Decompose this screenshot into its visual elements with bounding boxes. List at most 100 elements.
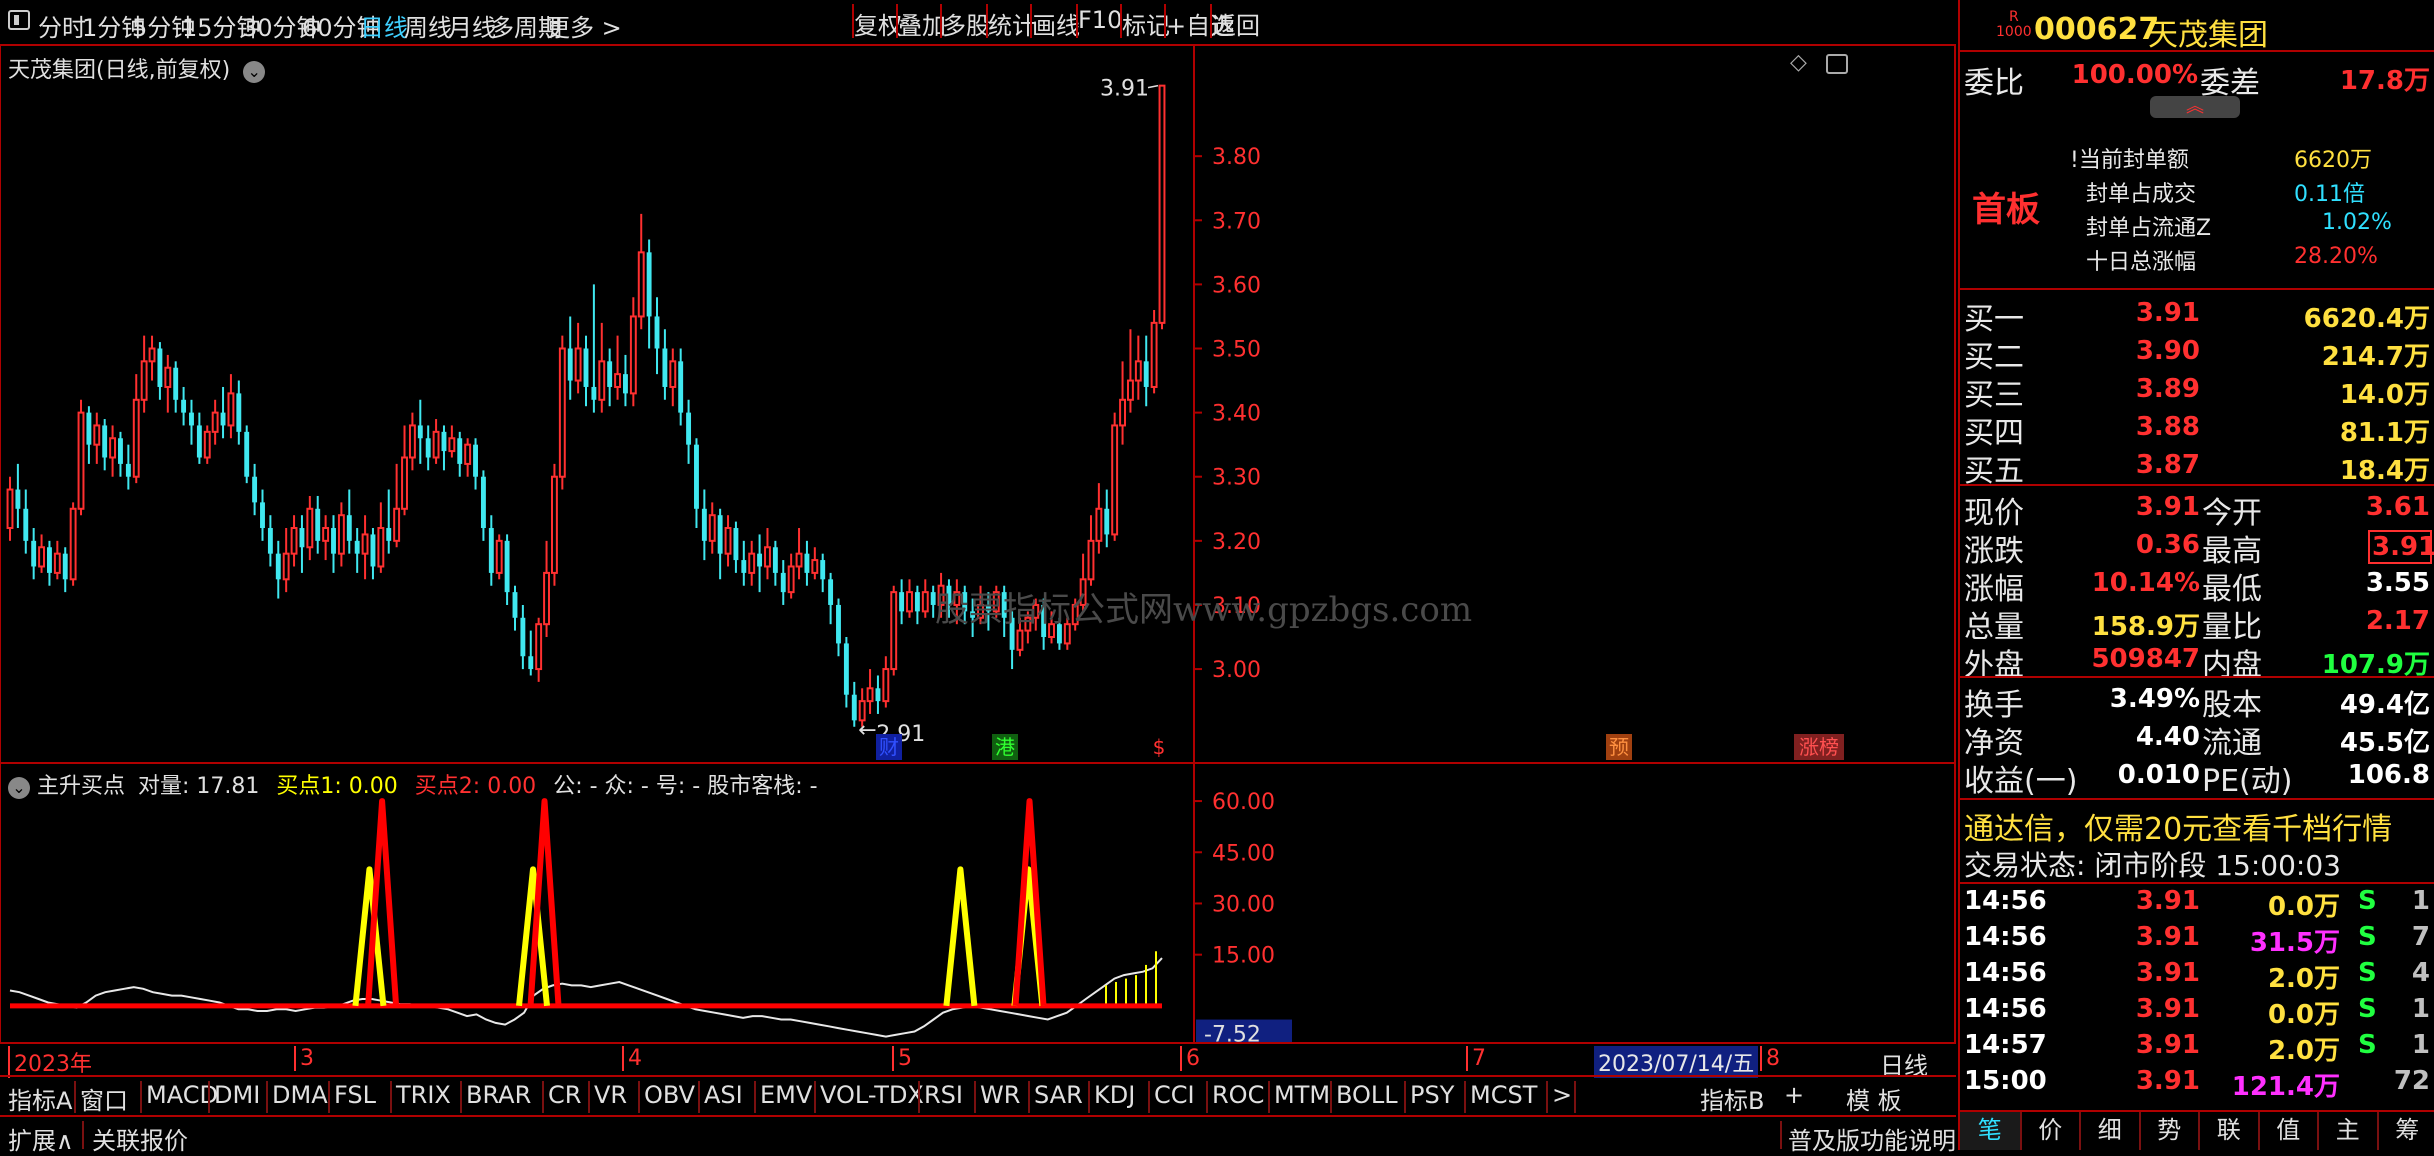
date-label: 7 — [1466, 1046, 1486, 1071]
indicator-tab-psy-22[interactable]: PSY — [1410, 1081, 1454, 1109]
period-tab-10[interactable]: 更多 > — [546, 8, 622, 43]
tick-volume: 2.0万 — [2210, 1030, 2340, 1067]
indicator-tab-trix-6[interactable]: TRIX — [396, 1081, 451, 1109]
tab-separator — [460, 1081, 462, 1113]
toolbar-button-7[interactable]: +自选 — [1164, 4, 1210, 38]
indicator-tab-voltdx-13[interactable]: VOL-TDX — [820, 1081, 924, 1109]
panel-tab-2[interactable]: 细 — [2079, 1112, 2139, 1150]
panel-tab-4[interactable]: 联 — [2198, 1112, 2258, 1150]
period-tab-8[interactable]: 月线 — [448, 8, 496, 43]
expand-button[interactable]: 扩展∧ — [8, 1121, 74, 1156]
related-quote-button[interactable]: 关联报价 — [92, 1121, 188, 1156]
bid-row[interactable]: 买五3.8718.4万 — [1960, 446, 2434, 482]
toolbar-button-2[interactable]: 多股 — [940, 4, 986, 38]
collapse-seal-button[interactable]: ︽ — [2150, 96, 2240, 118]
panel-tab-0[interactable]: 笔 — [1960, 1112, 2020, 1150]
indicator-y-tick: 30.00 — [1212, 892, 1275, 917]
tab-separator — [328, 1081, 330, 1113]
template-tab[interactable]: 模 板 — [1846, 1081, 1902, 1116]
indicator-b-tab[interactable]: 指标B — [1700, 1081, 1764, 1116]
indicator-tab-rsi-14[interactable]: RSI — [924, 1081, 963, 1109]
fund-value: 45.5亿 — [2320, 722, 2430, 759]
kline-y-tick: 3.80 — [1212, 145, 1261, 170]
event-marker-1[interactable]: 港 — [992, 734, 1018, 760]
tab-separator — [542, 1081, 544, 1113]
indicator-tab-vr-9[interactable]: VR — [594, 1081, 627, 1109]
indicator-tab-brar-7[interactable]: BRAR — [466, 1081, 531, 1109]
panel-toggle-icon[interactable] — [1826, 54, 1848, 74]
tick-price: 3.91 — [2090, 1030, 2200, 1060]
event-marker-4[interactable]: 涨榜 — [1794, 734, 1844, 760]
bid-row[interactable]: 买一3.916620.4万 — [1960, 294, 2434, 330]
toolbar-button-5[interactable]: F10 — [1076, 4, 1120, 38]
weicha-value: 17.8万 — [2290, 60, 2430, 97]
stat-value: 2.17 — [2300, 606, 2430, 636]
bid-price: 3.89 — [2100, 374, 2200, 404]
indicator-tab-cci-18[interactable]: CCI — [1154, 1081, 1195, 1109]
toolbar-button-4[interactable]: 画线 — [1030, 4, 1076, 38]
panel-tab-6[interactable]: 主 — [2317, 1112, 2377, 1150]
panel-tab-7[interactable]: 筹 — [2377, 1112, 2434, 1150]
date-axis: 2023年3456782023/07/14/五日线 — [0, 1042, 1956, 1077]
bid-row[interactable]: 买三3.8914.0万 — [1960, 370, 2434, 406]
high-price-label: 3.91 — [1100, 77, 1149, 102]
period-tab-7[interactable]: 周线 — [404, 8, 452, 43]
tick-price: 3.91 — [2090, 994, 2200, 1024]
feature-help-link[interactable]: 普及版功能说明 — [1788, 1121, 1956, 1156]
toolbar-button-3[interactable]: 统计 — [986, 4, 1030, 38]
indicator-tab-fsl-5[interactable]: FSL — [334, 1081, 376, 1109]
tick-side: S — [2358, 922, 2377, 952]
panel-tab-3[interactable]: 势 — [2139, 1112, 2199, 1150]
tick-count: 1 — [2380, 1030, 2430, 1060]
chevron-down-icon[interactable]: ⌄ — [243, 61, 265, 83]
indicator-tab-mcst-23[interactable]: MCST — [1470, 1081, 1537, 1109]
tab-separator — [638, 1081, 640, 1113]
indicator-tab-dmi-3[interactable]: DMI — [214, 1081, 260, 1109]
indicator-tab-cr-8[interactable]: CR — [548, 1081, 581, 1109]
toolbar-button-0[interactable]: 复权 — [852, 4, 896, 38]
tick-volume: 0.0万 — [2210, 994, 2340, 1031]
chevron-down-icon[interactable]: ⌄ — [8, 777, 30, 799]
add-indicator-button[interactable]: + — [1784, 1081, 1804, 1109]
indicator-tab-kdj-17[interactable]: KDJ — [1094, 1081, 1135, 1109]
toolbar-button-6[interactable]: 标记 — [1120, 4, 1164, 38]
kline-chart[interactable]: 3.803.703.603.503.403.303.203.103.003.91… — [0, 46, 1956, 764]
tab-separator — [1404, 1081, 1406, 1113]
window-toggle-icon[interactable] — [8, 10, 30, 30]
tab-separator — [1148, 1081, 1150, 1113]
bid-row[interactable]: 买四3.8881.1万 — [1960, 408, 2434, 444]
tab-separator — [1574, 1081, 1576, 1113]
panel-tab-1[interactable]: 价 — [2020, 1112, 2080, 1150]
toolbar-button-8[interactable]: 返回 — [1210, 4, 1258, 38]
indicator-tab-wr-15[interactable]: WR — [980, 1081, 1020, 1109]
event-marker-2[interactable]: $ — [1146, 734, 1172, 760]
diamond-icon[interactable]: ◇ — [1790, 50, 1807, 75]
period-tab-6[interactable]: 日线 — [360, 8, 408, 43]
stock-code: 000627 — [2034, 12, 2159, 47]
indicator-tab-emv-12[interactable]: EMV — [760, 1081, 812, 1109]
indicator-chart[interactable]: 60.0045.0030.0015.00-7.52 — [0, 764, 1956, 1042]
indicator-tab-dma-4[interactable]: DMA — [272, 1081, 328, 1109]
panel-tab-5[interactable]: 值 — [2258, 1112, 2318, 1150]
toolbar-button-1[interactable]: 叠加 — [896, 4, 940, 38]
period-tab-0[interactable]: 分时 — [38, 8, 86, 43]
bottom-bar: 扩展∧ 关联报价 普及版功能说明 — [0, 1115, 1956, 1152]
indicator-tab--1[interactable]: 窗口 — [80, 1081, 128, 1116]
stock-header: R 1000 000627 天茂集团 — [1960, 0, 2434, 52]
indicator-tab--24[interactable]: > — [1552, 1081, 1572, 1109]
tab-separator — [74, 1081, 76, 1113]
indicator-tab-sar-16[interactable]: SAR — [1034, 1081, 1083, 1109]
event-marker-0[interactable]: 财 — [876, 734, 902, 760]
tab-separator — [140, 1081, 142, 1113]
tab-separator — [698, 1081, 700, 1113]
indicator-tab-obv-10[interactable]: OBV — [644, 1081, 695, 1109]
indicator-tab-roc-19[interactable]: ROC — [1212, 1081, 1264, 1109]
indicator-tab-asi-11[interactable]: ASI — [704, 1081, 743, 1109]
indicator-tab-a-0[interactable]: 指标A — [8, 1081, 72, 1116]
indicator-tab-boll-21[interactable]: BOLL — [1336, 1081, 1398, 1109]
promo-banner[interactable]: 通达信，仅需20元查看千档行情 — [1964, 804, 2392, 848]
bid-price: 3.88 — [2100, 412, 2200, 442]
bid-row[interactable]: 买二3.90214.7万 — [1960, 332, 2434, 368]
event-marker-3[interactable]: 预 — [1606, 734, 1632, 760]
indicator-tab-mtm-20[interactable]: MTM — [1274, 1081, 1330, 1109]
